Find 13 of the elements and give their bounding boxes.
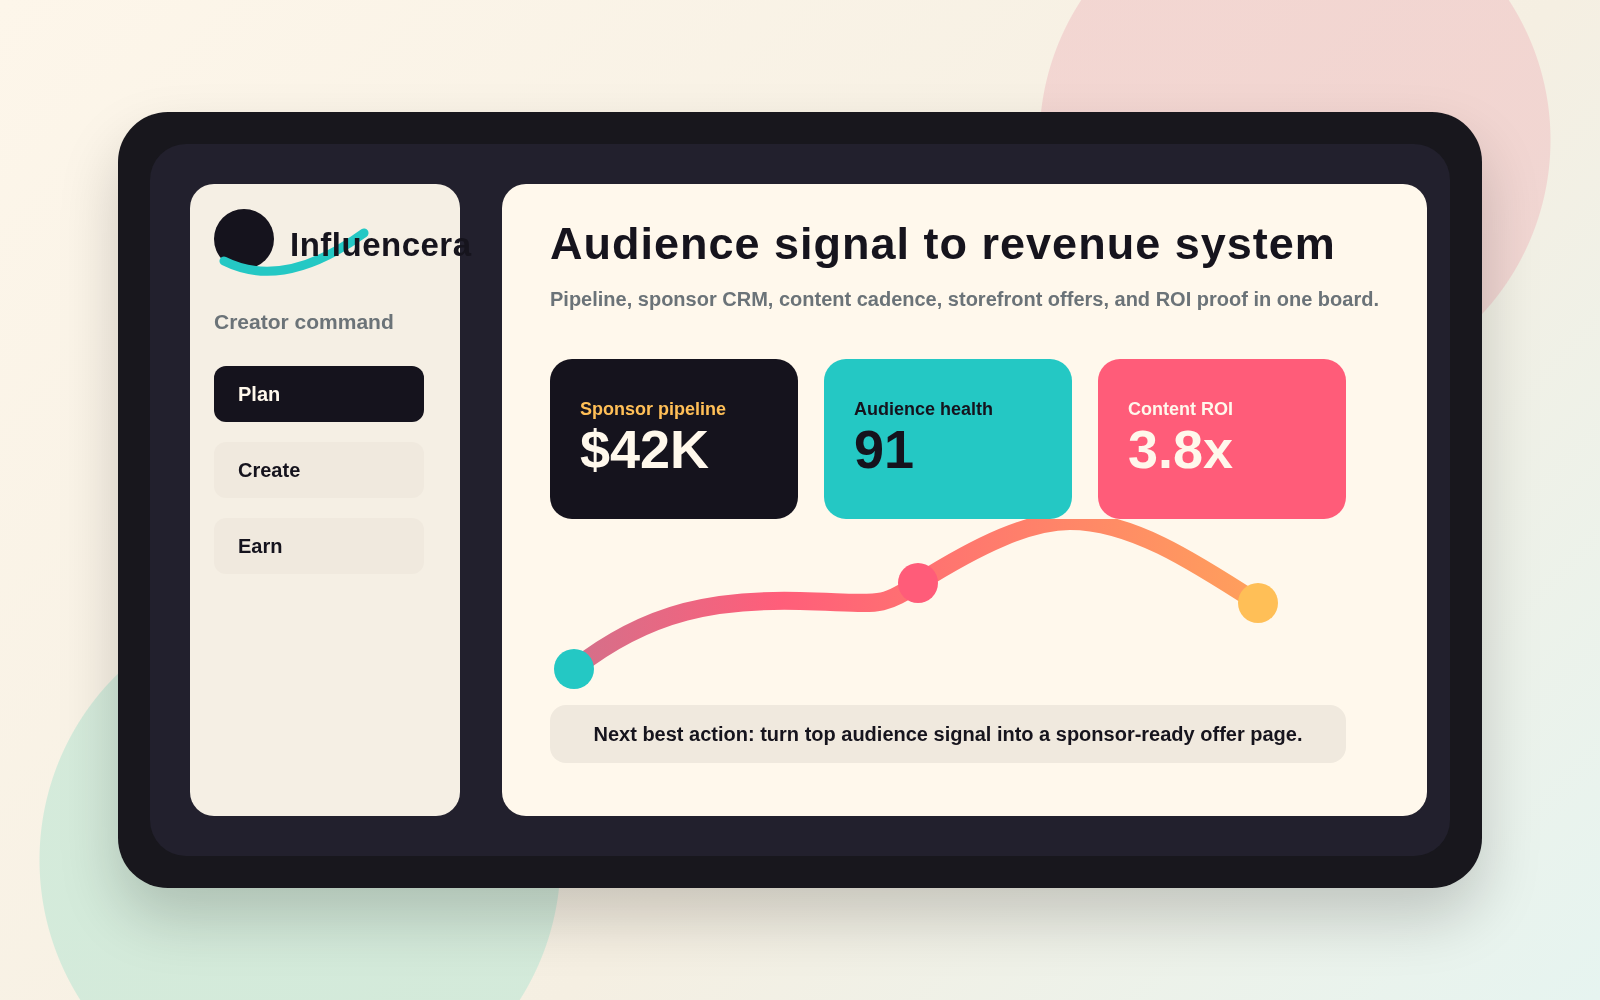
metric-value: 3.8x: [1128, 420, 1235, 480]
metric-value: 91: [854, 420, 916, 480]
nav-item[interactable]: Create: [214, 442, 424, 498]
metric-label: Sponsor pipeline: [580, 399, 727, 420]
next-action-banner: Next best action: turn top audience signal into a sponsor-ready offer page.: [550, 705, 1346, 763]
metric-label: Content ROI: [1128, 399, 1234, 420]
section-label: Creator command: [214, 310, 395, 334]
metric-value: $42K: [580, 420, 711, 480]
page-title: Audience signal to revenue system: [550, 218, 1337, 270]
nav-item[interactable]: Plan: [214, 366, 424, 422]
page-subtitle: Pipeline, sponsor CRM, content cadence, storefront offers, and ROI proof in one board.: [550, 288, 1379, 311]
metric-label: Audience health: [854, 399, 995, 420]
nav-item[interactable]: Earn: [214, 518, 424, 574]
